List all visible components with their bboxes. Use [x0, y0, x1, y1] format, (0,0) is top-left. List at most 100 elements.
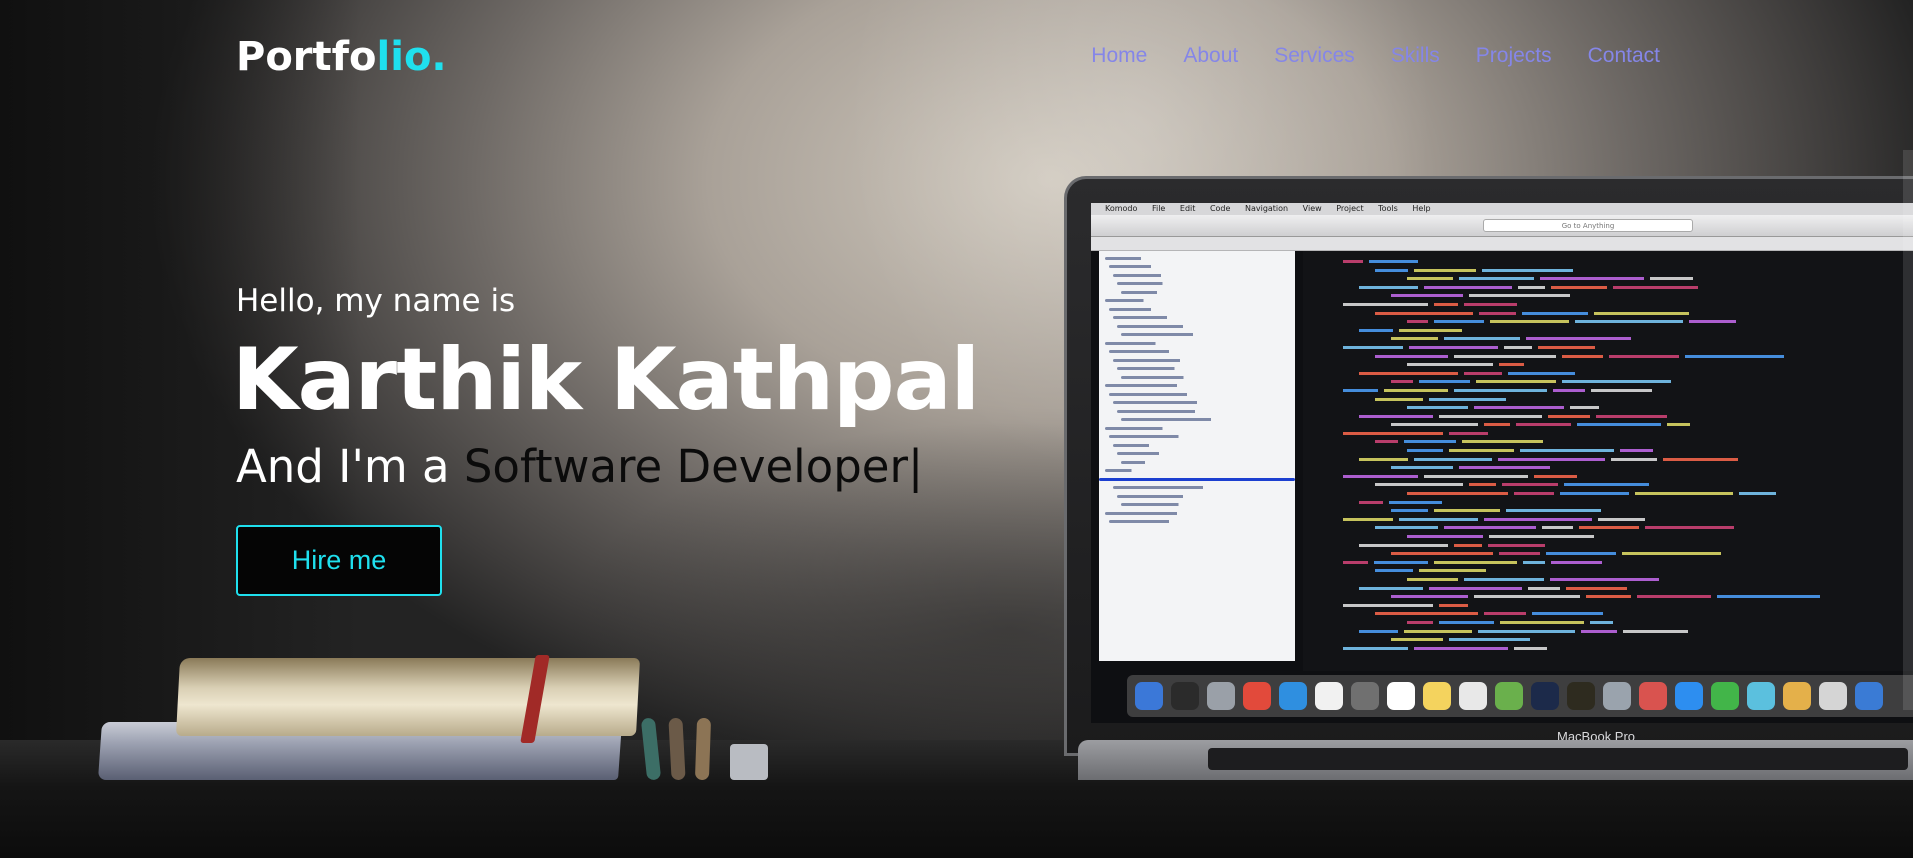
dock-app-icon — [1207, 682, 1235, 710]
file-tree-row — [1117, 367, 1213, 370]
pencil — [668, 717, 686, 781]
ide-file-tree — [1099, 251, 1295, 661]
code-line — [1303, 300, 1913, 309]
dock-app-icon — [1855, 682, 1883, 710]
code-line — [1303, 403, 1913, 412]
menubar-item: View — [1302, 204, 1322, 213]
file-tree-row — [1117, 282, 1193, 285]
code-line — [1303, 592, 1913, 601]
laptop-keyboard — [1078, 740, 1913, 780]
menubar-item: File — [1151, 204, 1166, 213]
nav-link-contact[interactable]: Contact — [1588, 44, 1660, 68]
code-line — [1303, 566, 1913, 575]
code-line — [1303, 541, 1913, 550]
site-logo[interactable]: Portfolio. — [236, 34, 447, 80]
ide-toolbar: Go to Anything — [1091, 215, 1913, 237]
code-line — [1303, 412, 1913, 421]
eraser — [730, 744, 768, 780]
code-line — [1303, 575, 1913, 584]
code-line — [1303, 291, 1913, 300]
code-line — [1303, 309, 1913, 318]
code-line — [1303, 377, 1913, 386]
dock-app-icon — [1603, 682, 1631, 710]
ide-code-editor — [1303, 251, 1913, 671]
code-line — [1303, 437, 1913, 446]
code-line — [1303, 472, 1913, 481]
file-tree-row — [1113, 358, 1225, 362]
code-line — [1303, 429, 1913, 438]
pencil — [640, 717, 662, 781]
main-nav: Home About Services Skills Projects Cont… — [1091, 44, 1660, 68]
mac-dock — [1127, 675, 1913, 717]
logo-text: Portfo — [236, 34, 377, 80]
hire-me-button[interactable]: Hire me — [236, 525, 442, 596]
file-tree-row — [1105, 426, 1201, 430]
file-tree-row — [1113, 316, 1203, 319]
dock-app-icon — [1639, 682, 1667, 710]
menubar-item: Help — [1412, 204, 1431, 213]
menubar-item: Project — [1336, 204, 1364, 213]
dock-app-icon — [1423, 682, 1451, 710]
code-line — [1303, 618, 1913, 627]
code-line — [1303, 635, 1913, 644]
mac-menubar: Komodo File Edit Code Navigation View Pr… — [1091, 203, 1913, 215]
pencils — [640, 710, 780, 781]
dock-app-icon — [1387, 682, 1415, 710]
file-tree-row — [1113, 443, 1173, 447]
file-tree-row — [1121, 375, 1225, 379]
dock-app-icon — [1315, 682, 1343, 710]
code-line — [1303, 489, 1913, 498]
nav-link-projects[interactable]: Projects — [1476, 44, 1552, 68]
file-tree-row — [1117, 409, 1247, 413]
code-line — [1303, 480, 1913, 489]
code-line — [1303, 266, 1913, 275]
code-line — [1303, 257, 1913, 266]
file-tree-row — [1105, 511, 1225, 515]
dock-app-icon — [1135, 682, 1163, 710]
nav-link-services[interactable]: Services — [1274, 44, 1355, 68]
code-line — [1303, 343, 1913, 352]
file-tree-row — [1117, 494, 1227, 498]
code-line — [1303, 644, 1913, 653]
code-line — [1303, 446, 1913, 455]
hero-role: And I'm a Software Developer| — [236, 440, 923, 493]
code-line — [1303, 498, 1913, 507]
code-line — [1303, 515, 1913, 524]
file-tree-row — [1099, 477, 1295, 481]
file-tree-row — [1121, 333, 1241, 336]
file-tree-row — [1121, 418, 1271, 421]
ide-tab-bar — [1091, 237, 1913, 251]
code-line — [1303, 455, 1913, 464]
code-line — [1303, 601, 1913, 610]
hero-greeting: Hello, my name is — [236, 283, 516, 319]
code-line — [1303, 532, 1913, 541]
nav-link-skills[interactable]: Skills — [1391, 44, 1440, 68]
code-line — [1303, 334, 1913, 343]
code-line — [1303, 360, 1913, 369]
pencil — [694, 717, 712, 781]
dock-app-icon — [1495, 682, 1523, 710]
dock-app-icon — [1783, 682, 1811, 710]
code-line — [1303, 549, 1913, 558]
code-line — [1303, 283, 1913, 292]
dock-app-icon — [1171, 682, 1199, 710]
code-line — [1303, 274, 1913, 283]
file-tree-row — [1109, 307, 1179, 311]
menubar-item: Komodo — [1105, 204, 1138, 213]
file-tree-row — [1109, 350, 1209, 353]
code-line — [1303, 369, 1913, 378]
code-line — [1303, 558, 1913, 567]
file-tree-row — [1109, 520, 1209, 523]
code-line — [1303, 386, 1913, 395]
dock-app-icon — [1711, 682, 1739, 710]
code-line — [1303, 627, 1913, 636]
file-tree-row — [1117, 324, 1227, 328]
code-line — [1303, 326, 1913, 335]
dock-app-icon — [1243, 682, 1271, 710]
dock-app-icon — [1675, 682, 1703, 710]
nav-link-about[interactable]: About — [1183, 44, 1238, 68]
file-tree-row — [1105, 384, 1225, 387]
nav-link-home[interactable]: Home — [1091, 44, 1147, 68]
ide-search-field: Go to Anything — [1483, 219, 1693, 232]
dock-app-icon — [1747, 682, 1775, 710]
